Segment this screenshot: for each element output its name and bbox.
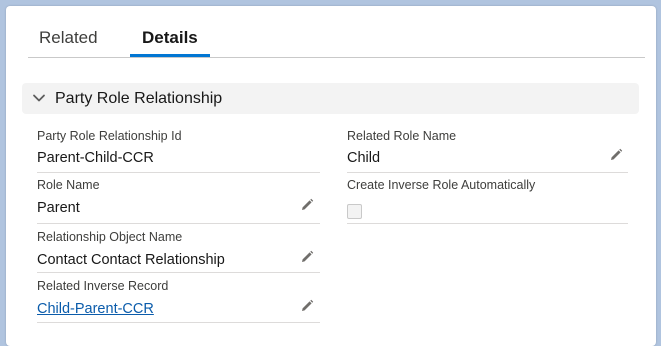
field-label: Related Role Name <box>347 129 457 143</box>
pencil-icon[interactable] <box>300 198 314 212</box>
section-title: Party Role Relationship <box>55 90 223 107</box>
field-value: Parent <box>37 200 80 216</box>
create-inverse-role-checkbox[interactable] <box>347 204 362 219</box>
field-label: Relationship Object Name <box>37 230 183 244</box>
field-value: Parent-Child-CCR <box>37 150 154 166</box>
field-party-role-relationship-id: Party Role Relationship Id Parent-Child-… <box>37 129 320 173</box>
field-value: Child <box>347 150 381 166</box>
field-create-inverse-role-automatically: Create Inverse Role Automatically <box>347 178 628 224</box>
pencil-icon[interactable] <box>300 250 314 264</box>
field-label: Role Name <box>37 178 100 192</box>
tab-details[interactable]: Details <box>142 28 198 48</box>
details-card: Related Details Party Role Relationship … <box>6 6 656 346</box>
pencil-icon[interactable] <box>300 299 314 313</box>
active-tab-indicator <box>130 54 210 57</box>
field-label: Create Inverse Role Automatically <box>347 178 536 192</box>
related-inverse-record-link[interactable]: Child-Parent-CCR <box>37 301 154 317</box>
field-role-name: Role Name Parent <box>37 178 320 224</box>
tab-related[interactable]: Related <box>39 28 98 48</box>
section-header-party-role-relationship[interactable]: Party Role Relationship <box>22 83 639 114</box>
field-label: Party Role Relationship Id <box>37 129 182 143</box>
field-label: Related Inverse Record <box>37 279 169 293</box>
field-relationship-object-name: Relationship Object Name Contact Contact… <box>37 230 320 273</box>
field-related-role-name: Related Role Name Child <box>347 129 628 173</box>
pencil-icon[interactable] <box>609 148 623 162</box>
tab-bar: Related Details <box>28 6 645 58</box>
field-value: Contact Contact Relationship <box>37 252 225 268</box>
chevron-down-icon <box>33 94 45 102</box>
field-related-inverse-record: Related Inverse Record Child-Parent-CCR <box>37 279 320 323</box>
